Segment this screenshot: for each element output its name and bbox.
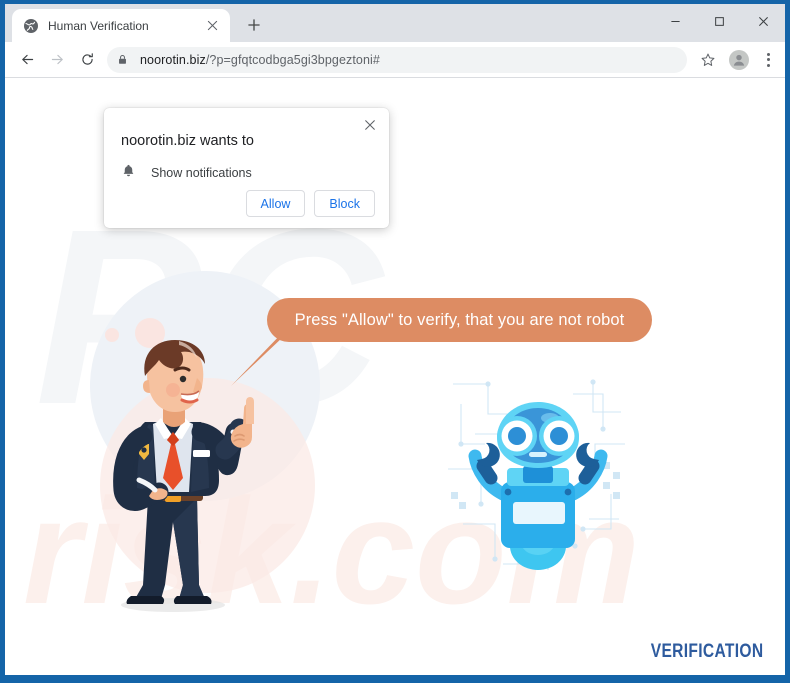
browser-tab[interactable]: Human Verification: [12, 9, 230, 42]
new-tab-button[interactable]: [240, 11, 268, 39]
globe-icon: [23, 18, 39, 34]
window-controls: [653, 4, 785, 38]
speech-bubble: Press "Allow" to verify, that you are no…: [267, 298, 652, 342]
maximize-button[interactable]: [697, 4, 741, 38]
lock-icon[interactable]: [111, 49, 133, 71]
bell-icon: [121, 163, 136, 183]
verification-footer-text: VERIFICATION: [650, 641, 763, 662]
url-path: /?p=gfqtcodbga5gi3bpgeztoni#: [205, 52, 380, 67]
chrome-frame: Human Verification noorotin.biz/?p=gfqtc…: [5, 4, 785, 675]
kebab-menu-icon[interactable]: [757, 47, 779, 73]
notification-permission-dialog: noorotin.biz wants to Show notifications…: [104, 108, 389, 228]
tab-close-icon[interactable]: [203, 17, 221, 35]
url-text: noorotin.biz/?p=gfqtcodbga5gi3bpgeztoni#: [140, 53, 380, 67]
forward-arrow-icon: [43, 46, 71, 74]
address-bar[interactable]: noorotin.biz/?p=gfqtcodbga5gi3bpgeztoni#: [107, 46, 687, 73]
page-viewport: PC risk.com: [5, 78, 785, 675]
profile-avatar-icon[interactable]: [729, 49, 749, 70]
star-icon[interactable]: [695, 47, 721, 73]
dialog-close-icon[interactable]: [357, 112, 383, 138]
reload-icon[interactable]: [73, 46, 101, 74]
speech-bubble-text: Press "Allow" to verify, that you are no…: [294, 310, 625, 329]
tab-strip: Human Verification: [5, 4, 785, 42]
allow-button[interactable]: Allow: [245, 190, 306, 217]
tab-title: Human Verification: [48, 18, 149, 33]
minimize-button[interactable]: [653, 4, 697, 38]
back-arrow-icon[interactable]: [13, 46, 41, 74]
dialog-permission-label: Show notifications: [151, 166, 252, 180]
dialog-permission-row: Show notifications: [121, 163, 252, 183]
blue-robot-illustration: [448, 379, 625, 570]
dialog-actions: Allow Block: [245, 190, 375, 217]
block-button[interactable]: Block: [314, 190, 375, 217]
close-button[interactable]: [741, 4, 785, 38]
browser-toolbar: noorotin.biz/?p=gfqtcodbga5gi3bpgeztoni#: [5, 42, 785, 78]
dialog-title: noorotin.biz wants to: [121, 133, 254, 149]
url-host: noorotin.biz: [140, 52, 206, 67]
browser-window: Human Verification noorotin.biz/?p=gfqtc…: [0, 0, 790, 683]
